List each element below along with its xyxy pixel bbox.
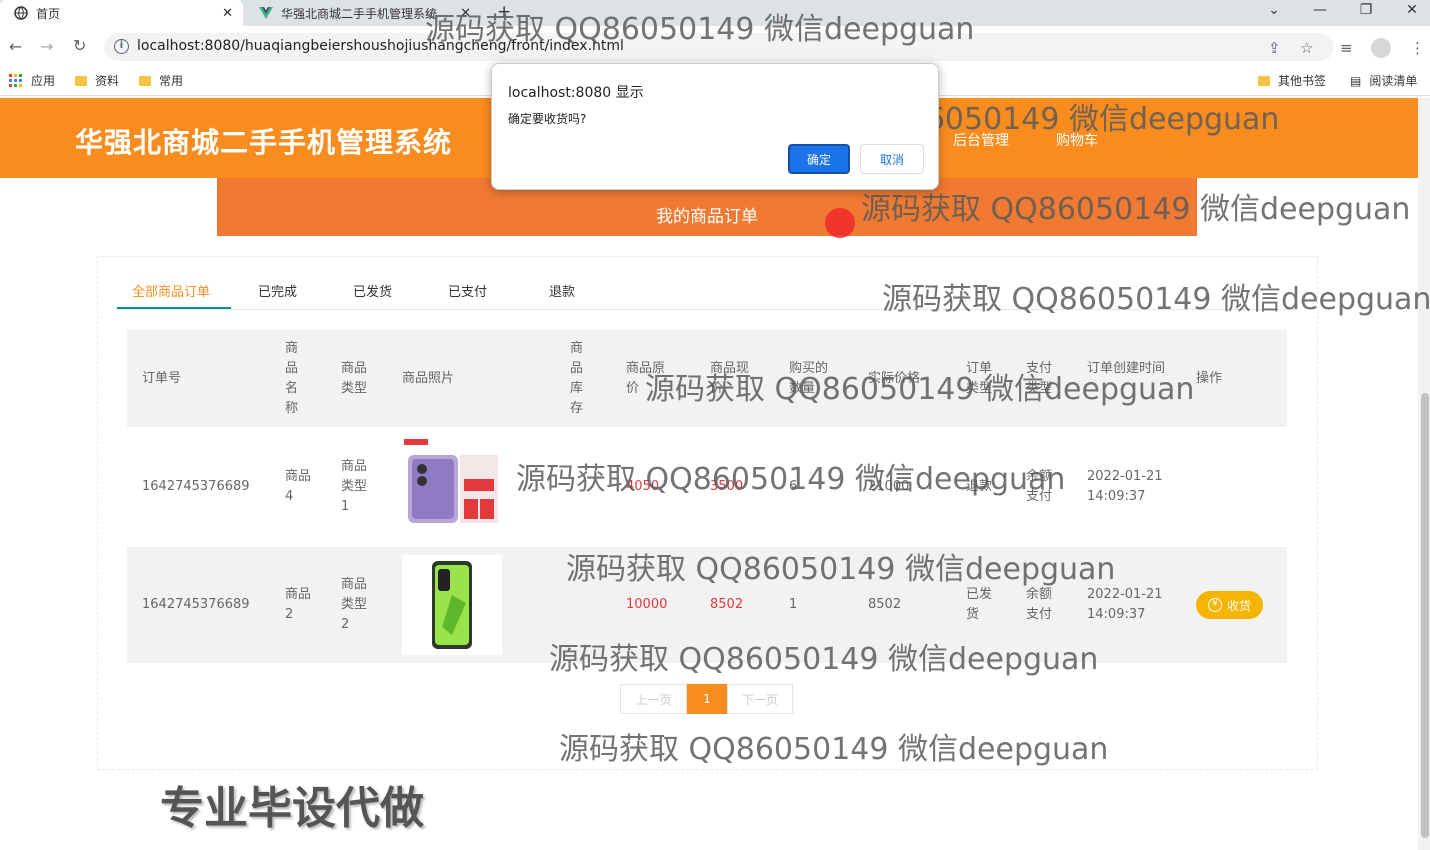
next-page-button[interactable]: 下一页 [727, 684, 793, 714]
prev-page-button[interactable]: 上一页 [620, 684, 687, 714]
tab-paid[interactable]: 已支付 [448, 281, 487, 300]
restore-icon[interactable]: ❐ [1356, 2, 1376, 18]
dialog-message: 确定要收货吗? [508, 112, 587, 126]
quantity: 1 [789, 597, 798, 612]
tab-search-icon[interactable]: ⌄ [1264, 2, 1284, 18]
forward-icon[interactable]: → [40, 37, 53, 56]
confirm-dialog: localhost:8080 显示 确定要收货吗? 确定 取消 [491, 63, 939, 190]
product-type: 商品类型2 [341, 577, 368, 632]
watermark: 源码获取 QQ86050149 微信deepguan [861, 192, 1411, 227]
tab-all-orders[interactable]: 全部商品订单 [132, 281, 210, 300]
watermark: 源码获取 QQ86050149 微信deepguan [882, 282, 1430, 317]
folder-icon [1258, 75, 1270, 86]
bookmark-label: 常用 [159, 74, 184, 88]
bookmark-folder[interactable]: 资料 [75, 72, 119, 89]
created-time: 14:09:37 [1087, 607, 1146, 622]
screen: 首页 ✕ 华强北商城二手手机管理系统 ✕ + ⌄ — ❐ ✕ ← → ↻ i l… [0, 0, 1430, 850]
active-tab-indicator [117, 307, 231, 309]
browser-tab-label: 首页 [36, 6, 61, 21]
click-indicator [825, 208, 855, 238]
vue-logo-icon [259, 7, 273, 19]
watermark: 源码获取 QQ86050149 微信deepguan [516, 462, 1066, 497]
order-type: 已发货 [966, 587, 993, 622]
product-photo [402, 555, 502, 655]
col-type: 商品类型 [341, 361, 368, 396]
col-stock: 商品库存 [570, 341, 584, 416]
product-name: 商品2 [285, 587, 312, 622]
bookmark-label: 应用 [31, 74, 56, 88]
col-photo: 商品照片 [402, 371, 455, 386]
phone-image-icon [432, 561, 472, 649]
folder-icon [75, 75, 87, 86]
product-type: 商品类型1 [341, 459, 368, 514]
receive-label: 收货 [1226, 598, 1251, 613]
bookmark-label: 阅读清单 [1369, 74, 1418, 88]
pagination: 上一页 1 下一页 [620, 684, 793, 714]
bookmark-apps[interactable]: 应用 [9, 72, 55, 89]
back-icon[interactable]: ← [9, 37, 22, 56]
page-1-button[interactable]: 1 [687, 684, 727, 714]
close-window-icon[interactable]: ✕ [1402, 2, 1422, 18]
apps-grid-icon [9, 73, 22, 87]
order-no: 1642745376689 [142, 479, 250, 494]
phone-image-icon [404, 439, 498, 523]
scrollbar-thumb[interactable] [1421, 393, 1429, 838]
tab-shipped[interactable]: 已发货 [353, 281, 392, 300]
browser-tab-label: 华强北商城二手手机管理系统 [281, 6, 438, 21]
folder-icon [139, 75, 151, 86]
created-date: 2022-01-21 [1087, 469, 1163, 484]
bookmark-other[interactable]: 其他书签 [1258, 72, 1326, 89]
minimize-icon[interactable]: — [1310, 2, 1330, 18]
share-icon[interactable]: ⇪ [1268, 39, 1281, 57]
site-title: 华强北商城二手手机管理系统 [75, 126, 453, 159]
bookmark-folder[interactable]: 常用 [139, 72, 183, 89]
watermark: 源码获取 QQ86050149 微信deepguan [645, 372, 1195, 407]
product-photo [402, 437, 502, 527]
yen-icon: ¥ [1207, 598, 1222, 612]
site-info-icon[interactable]: i [114, 39, 129, 54]
paid-price: 8502 [868, 597, 902, 612]
bookmark-reading-list[interactable]: ▤ 阅读清单 [1350, 72, 1417, 89]
watermark: 源码获取 QQ86050149 微信deepguan [549, 642, 1099, 677]
reload-icon[interactable]: ↻ [73, 36, 86, 55]
close-tab-icon[interactable]: ✕ [222, 6, 233, 21]
created-date: 2022-01-21 [1087, 587, 1163, 602]
menu-icon[interactable]: ⋮ [1410, 39, 1425, 57]
created-time: 14:09:37 [1087, 489, 1146, 504]
bookmark-label: 其他书签 [1278, 74, 1327, 88]
receive-button[interactable]: ¥ 收货 [1196, 591, 1263, 619]
watermark: 源码获取 QQ86050149 微信deepguan [559, 732, 1109, 767]
globe-icon [14, 6, 28, 20]
product-name: 商品4 [285, 469, 312, 504]
reading-list-icon: ▤ [1350, 73, 1362, 88]
pay-type: 余额支付 [1026, 587, 1053, 622]
col-order-no: 订单号 [142, 371, 182, 386]
tab-completed[interactable]: 已完成 [258, 281, 297, 300]
browser-tab-home[interactable]: 首页 ✕ [0, 0, 243, 26]
order-no: 1642745376689 [142, 597, 250, 612]
orig-price: 10000 [626, 597, 668, 612]
bookmark-label: 资料 [95, 74, 120, 88]
tab-refund[interactable]: 退款 [549, 281, 575, 300]
cur-price: 8502 [710, 597, 744, 612]
col-name: 商品名称 [285, 341, 299, 416]
watermark: 源码获取 QQ86050149 微信deepguan [425, 12, 975, 47]
dialog-cancel-button[interactable]: 取消 [860, 144, 924, 174]
reading-list-icon[interactable]: ≡ [1340, 39, 1353, 57]
dialog-ok-button[interactable]: 确定 [788, 144, 850, 174]
watermark: 源码获取 QQ86050149 微信deepguan [566, 552, 1116, 587]
watermark-big: 专业毕设代做 [160, 783, 424, 834]
dialog-title: localhost:8080 显示 [508, 85, 644, 101]
profile-avatar-icon[interactable] [1371, 38, 1391, 58]
star-icon[interactable]: ☆ [1300, 39, 1313, 57]
col-action: 操作 [1196, 371, 1223, 386]
